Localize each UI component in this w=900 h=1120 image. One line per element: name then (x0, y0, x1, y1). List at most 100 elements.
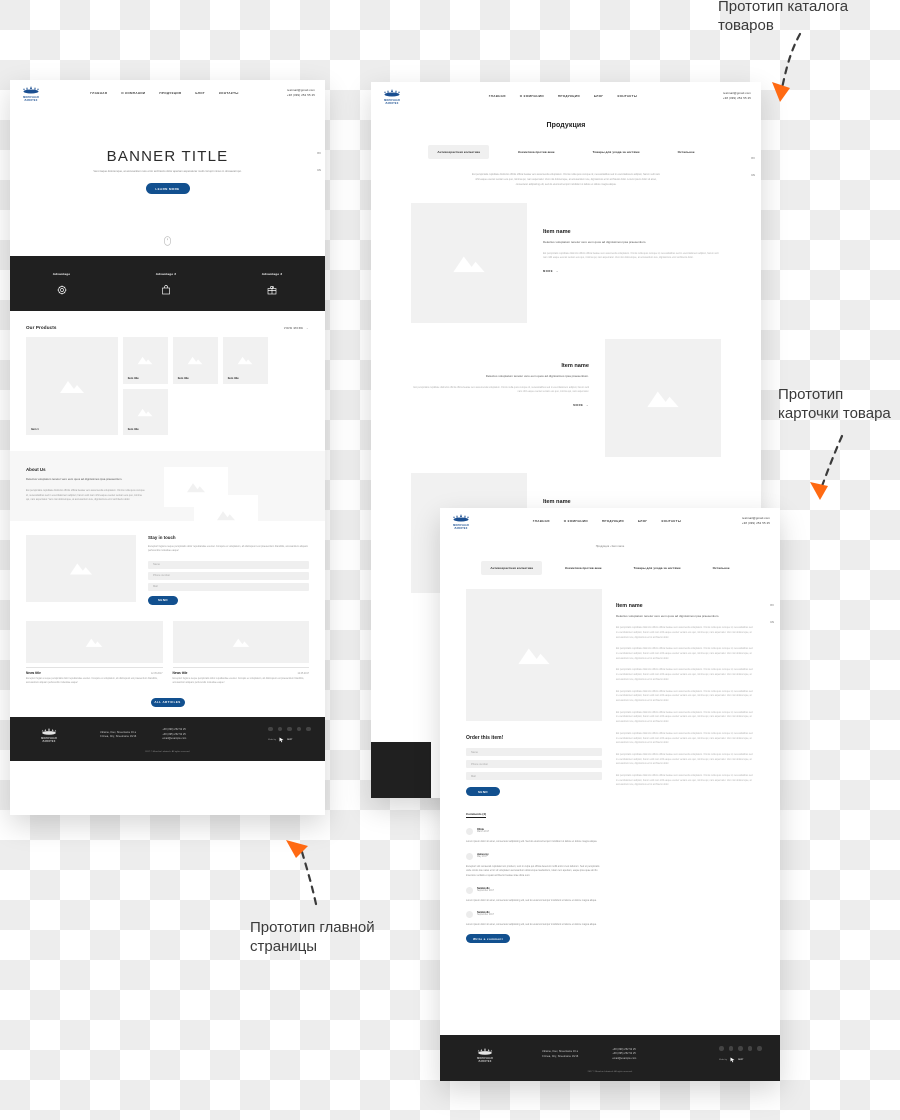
nav-item-contacts[interactable]: КОНТАКТЫ (617, 94, 637, 98)
home-page-mockup[interactable]: МОЛОЧНАЯ ЛАБОТЕХ ГЛАВНАЯ О КОМПАНИИ ПРОД… (10, 80, 325, 815)
lang-switcher[interactable]: RU EN (317, 152, 321, 172)
tab-anti-age[interactable]: Антивозрастная косметика (428, 145, 490, 159)
breadcrumb-parent[interactable]: Продукция (596, 545, 609, 548)
header-phone[interactable]: +38 (099) 252 55 25 (723, 96, 751, 101)
product-tabs[interactable]: Антивозрастная косметика Косметика проти… (440, 561, 780, 575)
catalog-item-image[interactable] (605, 339, 721, 458)
write-comment-button[interactable]: Write a comment (466, 934, 510, 944)
news-image[interactable] (26, 620, 163, 663)
phone-input[interactable]: Phone number (148, 571, 309, 580)
nav-item-about[interactable]: О КОМПАНИИ (520, 94, 544, 98)
nav-item-products[interactable]: ПРОДУКЦИЯ (159, 91, 181, 95)
tab-anti-acne[interactable]: Косметика против акне (509, 145, 564, 159)
footer-email[interactable]: email@example.com (162, 737, 186, 742)
footer-logo[interactable]: МОЛОЧНАЯ ЛАБОТЕХ (24, 727, 74, 744)
tab-anti-age[interactable]: Антивозрастная косметика (481, 561, 543, 575)
tab-anti-acne[interactable]: Косметика против акне (556, 561, 611, 575)
advantage-item[interactable]: Advantage 2 (156, 272, 177, 295)
instagram-icon[interactable] (738, 1046, 743, 1051)
advantage-item[interactable]: Advantage 3 (262, 272, 283, 295)
nav-item-home[interactable]: ГЛАВНАЯ (489, 94, 506, 98)
product-tile[interactable]: Item title (172, 337, 218, 384)
main-nav[interactable]: ГЛАВНАЯ О КОМПАНИИ ПРОДУКЦИЯ БЛОГ КОНТАК… (533, 519, 681, 523)
lang-switcher[interactable]: RU EN (770, 604, 774, 624)
logo[interactable]: МОЛОЧНАЯ ЛАБОТЕХ (450, 513, 472, 530)
view-more-link[interactable]: VIEW MORE → (284, 327, 309, 330)
product-tile[interactable]: Item title (122, 388, 168, 435)
product-image[interactable] (466, 589, 602, 721)
order-mail-input[interactable]: Mail (466, 772, 602, 780)
catalog-item-body: Est perspiciatis cupiditate distinctio o… (413, 386, 589, 394)
catalog-item-more-link[interactable]: MORE → (411, 404, 589, 407)
nav-item-about[interactable]: О КОМПАНИИ (564, 519, 588, 523)
product-tile-large[interactable]: Item 1 (26, 337, 118, 435)
order-name-input[interactable]: Name (466, 748, 602, 756)
lang-ru[interactable]: RU (317, 152, 321, 155)
facebook-icon[interactable] (268, 726, 273, 732)
lang-switcher[interactable]: RU EN (751, 157, 755, 177)
news-title[interactable]: News title (26, 671, 41, 675)
tab-nail-care[interactable]: Товары для ухода за ногтями (625, 561, 690, 575)
order-phone-input[interactable]: Phone number (466, 760, 602, 768)
linkedin-icon[interactable] (757, 1046, 762, 1051)
nav-item-blog[interactable]: БЛОГ (638, 519, 648, 523)
catalog-item-image[interactable] (411, 203, 527, 324)
logo[interactable]: МОЛОЧНАЯ ЛАБОТЕХ (20, 85, 42, 102)
lang-en[interactable]: EN (770, 621, 774, 624)
order-send-button[interactable]: SEND (466, 787, 500, 796)
product-page-mockup[interactable]: МОЛОЧНАЯ ЛАБОТЕХ ГЛАВНАЯ О КОМПАНИИ ПРОД… (440, 508, 780, 1081)
all-articles-button[interactable]: ALL ARTICLES (150, 697, 185, 707)
nav-item-products[interactable]: ПРОДУКЦИЯ (602, 519, 624, 523)
product-main: Order this item! Name Phone number Mail … (440, 575, 780, 944)
facebook-icon[interactable] (719, 1046, 724, 1051)
main-nav[interactable]: ГЛАВНАЯ О КОМПАНИИ ПРОДУКЦИЯ БЛОГ КОНТАК… (90, 91, 238, 95)
youtube-icon[interactable] (296, 726, 302, 732)
social-links[interactable] (719, 1046, 762, 1051)
breadcrumb: Продукция › Item name (440, 545, 780, 548)
mail-input[interactable]: Mail (148, 582, 309, 591)
lang-en[interactable]: EN (751, 174, 755, 177)
header-phone[interactable]: +38 (099) 252 55 25 (742, 521, 770, 526)
scroll-down-indicator[interactable] (10, 236, 325, 256)
catalog-item[interactable]: Item name Delectus voluptatum tenetur ve… (371, 323, 761, 458)
catalog-tabs[interactable]: Антивозрастная косметика Косметика проти… (371, 145, 761, 159)
twitter-icon[interactable] (277, 726, 283, 732)
footer-logo[interactable]: МОЛОЧНАЯ ЛАБОТЕХ (458, 1046, 512, 1063)
nav-item-home[interactable]: ГЛАВНАЯ (90, 91, 107, 95)
nav-item-blog[interactable]: БЛОГ (195, 91, 205, 95)
nav-item-about[interactable]: О КОМПАНИИ (121, 91, 145, 95)
catalog-item[interactable]: Item name Delectus voluptatum tenetur ve… (371, 187, 761, 324)
lang-ru[interactable]: RU (770, 604, 774, 607)
product-tile[interactable]: Item title (122, 337, 168, 384)
nav-item-home[interactable]: ГЛАВНАЯ (533, 519, 550, 523)
nav-item-contacts[interactable]: КОНТАКТЫ (219, 91, 239, 95)
linkedin-icon[interactable] (306, 726, 311, 732)
header-phone[interactable]: +38 (099) 252 55 25 (287, 93, 315, 98)
footer-email[interactable]: email@example.com (612, 1057, 636, 1062)
social-links[interactable] (268, 726, 311, 732)
nav-item-blog[interactable]: БЛОГ (594, 94, 604, 98)
advantage-item[interactable]: Advantage (53, 272, 71, 295)
avatar (466, 911, 473, 919)
nav-item-products[interactable]: ПРОДУКЦИЯ (558, 94, 580, 98)
news-title[interactable]: News title (173, 671, 188, 675)
product-tile[interactable]: Item title (222, 337, 268, 384)
image-placeholder-icon (452, 253, 486, 274)
send-button[interactable]: SEND (148, 595, 178, 605)
news-image[interactable] (172, 620, 309, 663)
nav-item-contacts[interactable]: КОНТАКТЫ (661, 519, 681, 523)
learn-more-button[interactable]: LEARN MORE (145, 183, 190, 195)
main-nav[interactable]: ГЛАВНАЯ О КОМПАНИИ ПРОДУКЦИЯ БЛОГ КОНТАК… (489, 94, 637, 98)
tab-other[interactable]: Остальное (669, 145, 704, 159)
lang-ru[interactable]: RU (751, 157, 755, 160)
lang-en[interactable]: EN (317, 169, 321, 172)
logo[interactable]: МОЛОЧНАЯ ЛАБОТЕХ (381, 88, 403, 105)
instagram-icon[interactable] (287, 726, 292, 732)
youtube-icon[interactable] (747, 1046, 753, 1051)
image-placeholder-icon (232, 636, 250, 647)
catalog-item-more-link[interactable]: MORE → (543, 270, 721, 273)
name-input[interactable]: Name (148, 560, 309, 569)
twitter-icon[interactable] (728, 1046, 734, 1051)
tab-nail-care[interactable]: Товары для ухода за ногтями (584, 145, 649, 159)
tab-other[interactable]: Остальное (704, 561, 739, 575)
